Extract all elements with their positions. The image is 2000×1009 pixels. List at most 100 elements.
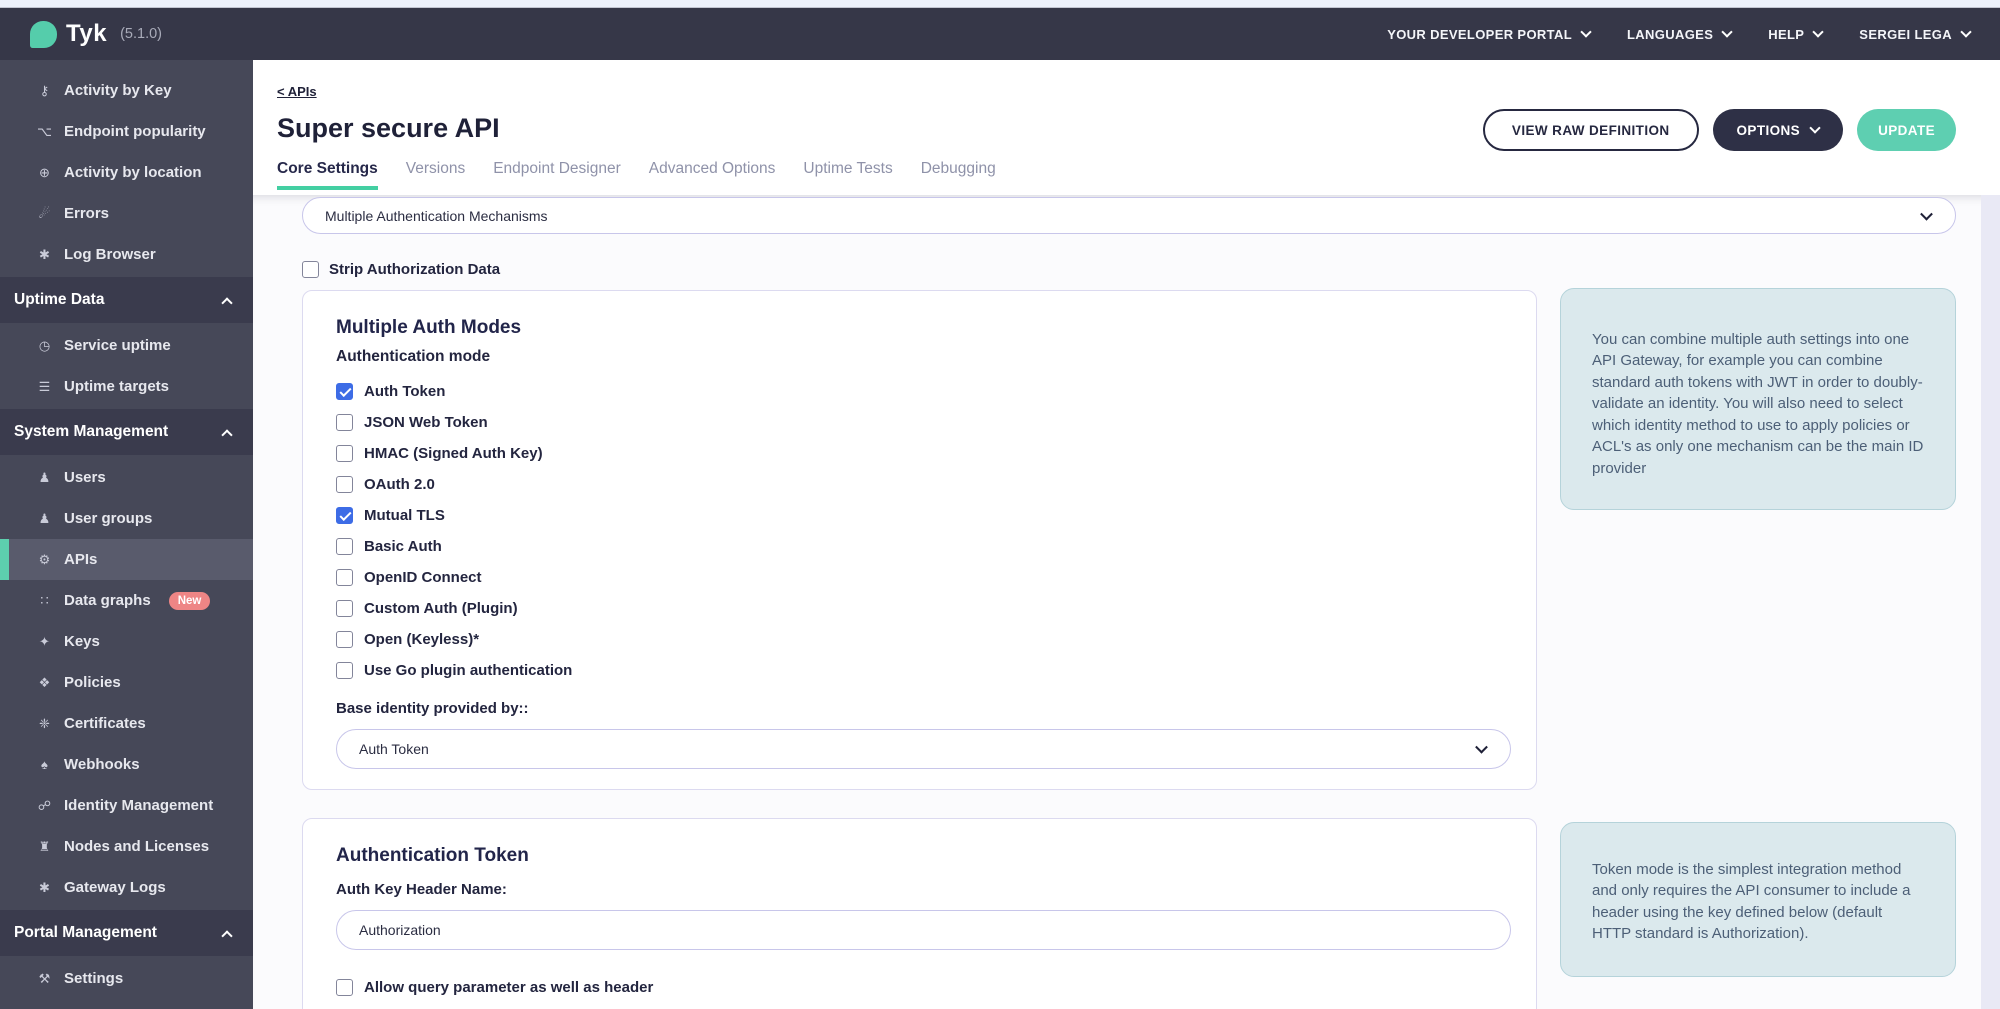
strip-auth-checkbox[interactable]	[302, 261, 319, 278]
checkbox-row-basic-auth: Basic Auth	[336, 531, 1511, 562]
top-navbar: Tyk (5.1.0) YOUR DEVELOPER PORTAL LANGUAG…	[0, 8, 2000, 60]
certificate-icon: ❈	[36, 716, 53, 732]
sidebar-item-activity-by-key[interactable]: ⚷ Activity by Key	[0, 70, 253, 111]
checkbox-row-mutual-tls: Mutual TLS	[336, 500, 1511, 531]
checkbox-hmac-signed-auth-key[interactable]	[336, 445, 353, 462]
sidebar-item-identity-management[interactable]: ☍Identity Management	[0, 785, 253, 826]
list-icon: ☰	[36, 379, 53, 395]
sidebar-item-label: Nodes and Licenses	[64, 838, 209, 855]
base-identity-select-value: Auth Token	[359, 741, 429, 757]
sidebar-item-user-groups[interactable]: ♟User groups	[0, 498, 253, 539]
sidebar-item-label: Endpoint popularity	[64, 123, 206, 140]
multiple-auth-modes-panel: Multiple Auth Modes Authentication mode …	[302, 290, 1537, 790]
globe-icon: ⊕	[36, 165, 53, 181]
checkbox-open-keyless[interactable]	[336, 631, 353, 648]
sidebar-section-portal-management[interactable]: Portal Management	[0, 910, 253, 956]
sidebar-item-policies[interactable]: ❖Policies	[0, 662, 253, 703]
tab-versions[interactable]: Versions	[406, 160, 465, 190]
tab-debugging[interactable]: Debugging	[921, 160, 996, 190]
sidebar-item-settings[interactable]: ⚒Settings	[0, 958, 253, 999]
user-group-icon: ♟	[36, 511, 53, 527]
checkbox-row-allow-query-parameter-as-well-as-header: Allow query parameter as well as header	[336, 972, 1511, 1003]
nav-menu-your-developer-portal[interactable]: YOUR DEVELOPER PORTAL	[1387, 27, 1590, 42]
checkbox-openid-connect[interactable]	[336, 569, 353, 586]
checkbox-label: OAuth 2.0	[364, 476, 435, 493]
bomb-icon: ☄	[36, 206, 53, 222]
sidebar-item-uptime-targets[interactable]: ☰ Uptime targets	[0, 366, 253, 407]
sidebar-item-endpoint-popularity[interactable]: ⌥Endpoint popularity	[0, 111, 253, 152]
sidebar-item-log-browser[interactable]: ✱Log Browser	[0, 234, 253, 275]
checkbox-oauth-2-0[interactable]	[336, 476, 353, 493]
tyk-logo-icon	[30, 21, 57, 48]
tab-advanced-options[interactable]: Advanced Options	[649, 160, 776, 190]
auth-modes-info-box: You can combine multiple auth settings i…	[1560, 288, 1956, 510]
tab-uptime-tests[interactable]: Uptime Tests	[803, 160, 892, 190]
sidebar-section-label: Portal Management	[14, 924, 157, 942]
nav-menu-languages[interactable]: LANGUAGES	[1627, 27, 1731, 42]
authentication-mode-label: Authentication mode	[336, 348, 1511, 366]
nav-menu-sergei-lega[interactable]: SERGEI LEGA	[1859, 27, 1970, 42]
checkbox-label: Use Go plugin authentication	[364, 662, 572, 679]
key-icon: ⚷	[36, 83, 53, 99]
checkbox-label: Mutual TLS	[364, 507, 445, 524]
auth-key-header-name-input[interactable]	[359, 922, 1488, 938]
checkbox-mutual-tls[interactable]	[336, 507, 353, 524]
checkbox-auth-token[interactable]	[336, 383, 353, 400]
new-badge: New	[169, 592, 211, 610]
nav-menu-label: YOUR DEVELOPER PORTAL	[1387, 27, 1572, 42]
checkbox-label: Auth Token	[364, 383, 445, 400]
sidebar-item-label: Errors	[64, 205, 109, 222]
sidebar-item-label: Log Browser	[64, 246, 156, 263]
checkbox-row-custom-auth-plugin: Custom Auth (Plugin)	[336, 593, 1511, 624]
options-button[interactable]: OPTIONS	[1713, 109, 1844, 151]
sidebar-item-users[interactable]: ♟Users	[0, 457, 253, 498]
sidebar-item-apis[interactable]: ⚙APIs	[0, 539, 253, 580]
auth-mechanism-select[interactable]: Multiple Authentication Mechanisms	[302, 197, 1956, 234]
checkbox-label: Basic Auth	[364, 538, 442, 555]
sidebar-section-uptime-data[interactable]: Uptime Data	[0, 277, 253, 323]
sidebar-item-errors[interactable]: ☄ Errors	[0, 193, 253, 234]
brand-logo[interactable]: Tyk (5.1.0)	[30, 20, 162, 48]
sidebar-item-label: Uptime targets	[64, 378, 169, 395]
checkbox-label: Custom Auth (Plugin)	[364, 600, 518, 617]
sidebar-section-label: System Management	[14, 423, 168, 441]
view-raw-definition-button[interactable]: VIEW RAW DEFINITION	[1483, 109, 1699, 151]
chevron-down-icon	[1960, 26, 1971, 37]
base-identity-select[interactable]: Auth Token	[336, 729, 1511, 769]
sidebar-section-system-management[interactable]: System Management	[0, 409, 253, 455]
sidebar-item-catalogue[interactable]: ≡Catalogue	[0, 999, 253, 1009]
nav-menu-help[interactable]: HELP	[1768, 27, 1822, 42]
header-buttons: VIEW RAW DEFINITION OPTIONS UPDATE	[1483, 109, 1956, 151]
sidebar-item-label: Keys	[64, 633, 100, 650]
chevron-down-icon	[1920, 207, 1933, 220]
sidebar-item-nodes-and-licenses[interactable]: ♜Nodes and Licenses	[0, 826, 253, 867]
checkbox-allow-query-parameter-as-well-as-header[interactable]	[336, 979, 353, 996]
breadcrumb[interactable]: < APIs	[277, 84, 317, 99]
sidebar-item-service-uptime[interactable]: ◷Service uptime	[0, 325, 253, 366]
vertical-scrollbar[interactable]	[1981, 195, 2000, 1009]
sidebar-item-gateway-logs[interactable]: ✱Gateway Logs	[0, 867, 253, 908]
auth-mode-checkbox-list: Auth TokenJSON Web TokenHMAC (Signed Aut…	[336, 376, 1511, 686]
identity-icon: ☍	[36, 798, 53, 814]
user-icon: ♟	[36, 470, 53, 486]
update-button[interactable]: UPDATE	[1857, 109, 1956, 151]
checkbox-use-go-plugin-authentication[interactable]	[336, 662, 353, 679]
sidebar-item-data-graphs[interactable]: ∷Data graphsNew	[0, 580, 253, 621]
checkbox-custom-auth-plugin[interactable]	[336, 600, 353, 617]
checkbox-json-web-token[interactable]	[336, 414, 353, 431]
tab-endpoint-designer[interactable]: Endpoint Designer	[493, 160, 621, 190]
sidebar-item-webhooks[interactable]: ♠Webhooks	[0, 744, 253, 785]
sidebar-item-label: Activity by Key	[64, 82, 172, 99]
chevron-down-icon	[1813, 26, 1824, 37]
checkbox-label: Open (Keyless)*	[364, 631, 479, 648]
checkbox-label: Allow query parameter as well as header	[364, 979, 653, 996]
tab-core-settings[interactable]: Core Settings	[277, 160, 378, 190]
chevron-up-icon	[221, 429, 232, 440]
sidebar-item-keys[interactable]: ✦ Keys	[0, 621, 253, 662]
checkbox-label: HMAC (Signed Auth Key)	[364, 445, 543, 462]
sidebar-item-activity-by-location[interactable]: ⊕Activity by location	[0, 152, 253, 193]
sidebar-item-certificates[interactable]: ❈Certificates	[0, 703, 253, 744]
keys-icon: ✦	[36, 634, 53, 650]
checkbox-basic-auth[interactable]	[336, 538, 353, 555]
bug-icon: ✱	[36, 880, 53, 896]
